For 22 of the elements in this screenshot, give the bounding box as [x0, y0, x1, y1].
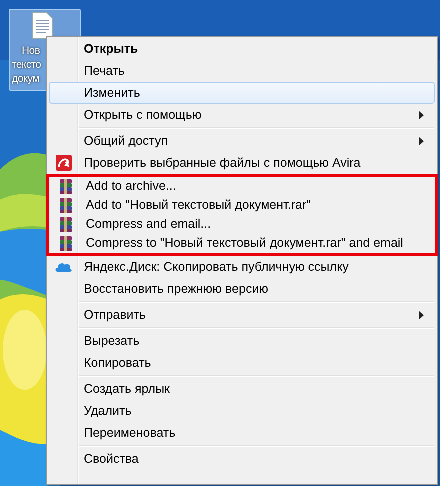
- menu-item[interactable]: Яндекс.Диск: Скопировать публичную ссылку: [49, 256, 435, 278]
- file-name-label: тексто: [12, 58, 42, 72]
- menu-item[interactable]: Создать ярлык: [49, 378, 435, 400]
- file-name-label: Нов: [21, 44, 40, 58]
- menu-item[interactable]: Compress and email...: [51, 215, 433, 234]
- menu-item[interactable]: Изменить: [49, 82, 435, 104]
- menu-item[interactable]: Открыть с помощью: [49, 104, 435, 126]
- menu-item[interactable]: Add to archive...: [51, 177, 433, 196]
- menu-item[interactable]: Вырезать: [49, 330, 435, 352]
- menu-item[interactable]: Compress to "Новый текстовый документ.rar" and email: [51, 234, 433, 253]
- menu-item[interactable]: Add to "Новый текстовый документ.rar": [51, 196, 433, 215]
- menu-item[interactable]: Переименовать: [49, 422, 435, 444]
- menu-item[interactable]: Печать: [49, 60, 435, 82]
- menu-item[interactable]: Копировать: [49, 352, 435, 374]
- menu-item[interactable]: Отправить: [49, 304, 435, 326]
- menu-item[interactable]: Открыть: [49, 38, 435, 60]
- menu-item[interactable]: Общий доступ: [49, 130, 435, 152]
- file-name-label: докум: [12, 72, 40, 86]
- menu-item[interactable]: Свойства: [49, 448, 435, 470]
- menu-item[interactable]: Восстановить прежнюю версию: [49, 278, 435, 300]
- menu-item[interactable]: Удалить: [49, 400, 435, 422]
- menu-item[interactable]: Проверить выбранные файлы с помощью Avira: [49, 152, 435, 174]
